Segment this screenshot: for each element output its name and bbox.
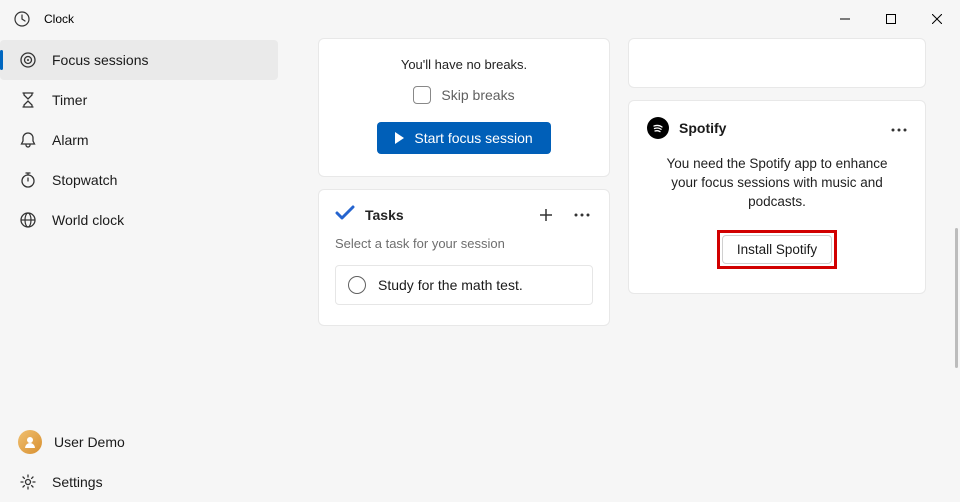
spotify-card: Spotify You need the Spotify app to enha…: [628, 100, 926, 294]
start-focus-session-button[interactable]: Start focus session: [377, 122, 550, 154]
highlight-annotation: Install Spotify: [717, 230, 837, 269]
avatar-icon: [18, 430, 42, 454]
skip-breaks-checkbox[interactable]: [413, 86, 431, 104]
task-text: Study for the math test.: [378, 277, 523, 293]
nav-label: Focus sessions: [52, 52, 148, 68]
breaks-text: You'll have no breaks.: [337, 57, 591, 72]
app-title: Clock: [44, 12, 74, 26]
spotify-icon: [647, 117, 669, 139]
target-icon: [18, 50, 38, 70]
globe-icon: [18, 210, 38, 230]
card-stub: [628, 38, 926, 88]
stopwatch-icon: [18, 170, 38, 190]
checkmark-icon: [335, 205, 355, 226]
hourglass-icon: [18, 90, 38, 110]
minimize-button[interactable]: [822, 0, 868, 38]
tasks-more-button[interactable]: [571, 204, 593, 226]
tasks-hint: Select a task for your session: [335, 236, 593, 251]
scrollbar[interactable]: [955, 228, 958, 368]
nav-label: Alarm: [52, 132, 89, 148]
spotify-message: You need the Spotify app to enhance your…: [647, 155, 907, 212]
tasks-title: Tasks: [365, 207, 404, 223]
spotify-title: Spotify: [679, 120, 726, 136]
main-content: You'll have no breaks. Skip breaks Start…: [282, 38, 960, 502]
install-spotify-button[interactable]: Install Spotify: [722, 235, 832, 264]
sidebar-item-world-clock[interactable]: World clock: [0, 200, 278, 240]
tasks-card: Tasks Select a task for your session Stu…: [318, 189, 610, 326]
sidebar-item-stopwatch[interactable]: Stopwatch: [0, 160, 278, 200]
nav-label: Timer: [52, 92, 87, 108]
sidebar-item-focus-sessions[interactable]: Focus sessions: [0, 40, 278, 80]
nav-label: World clock: [52, 212, 124, 228]
task-radio[interactable]: [348, 276, 366, 294]
play-icon: [395, 132, 404, 144]
maximize-button[interactable]: [868, 0, 914, 38]
settings-label: Settings: [52, 474, 103, 490]
sidebar-item-timer[interactable]: Timer: [0, 80, 278, 120]
sidebar-item-user[interactable]: User Demo: [0, 422, 278, 462]
user-label: User Demo: [54, 434, 125, 450]
start-button-label: Start focus session: [414, 130, 532, 146]
add-task-button[interactable]: [535, 204, 557, 226]
sidebar-item-settings[interactable]: Settings: [0, 462, 278, 502]
sidebar-item-alarm[interactable]: Alarm: [0, 120, 278, 160]
skip-breaks-label: Skip breaks: [441, 87, 514, 103]
sidebar: Focus sessions Timer Alarm Stopwatch Wor…: [0, 38, 282, 502]
focus-session-card: You'll have no breaks. Skip breaks Start…: [318, 38, 610, 177]
titlebar: Clock: [0, 0, 960, 38]
spotify-more-button[interactable]: [891, 119, 907, 137]
close-button[interactable]: [914, 0, 960, 38]
clock-app-icon: [14, 11, 30, 27]
gear-icon: [18, 472, 38, 492]
task-item[interactable]: Study for the math test.: [335, 265, 593, 305]
bell-icon: [18, 130, 38, 150]
nav-label: Stopwatch: [52, 172, 117, 188]
